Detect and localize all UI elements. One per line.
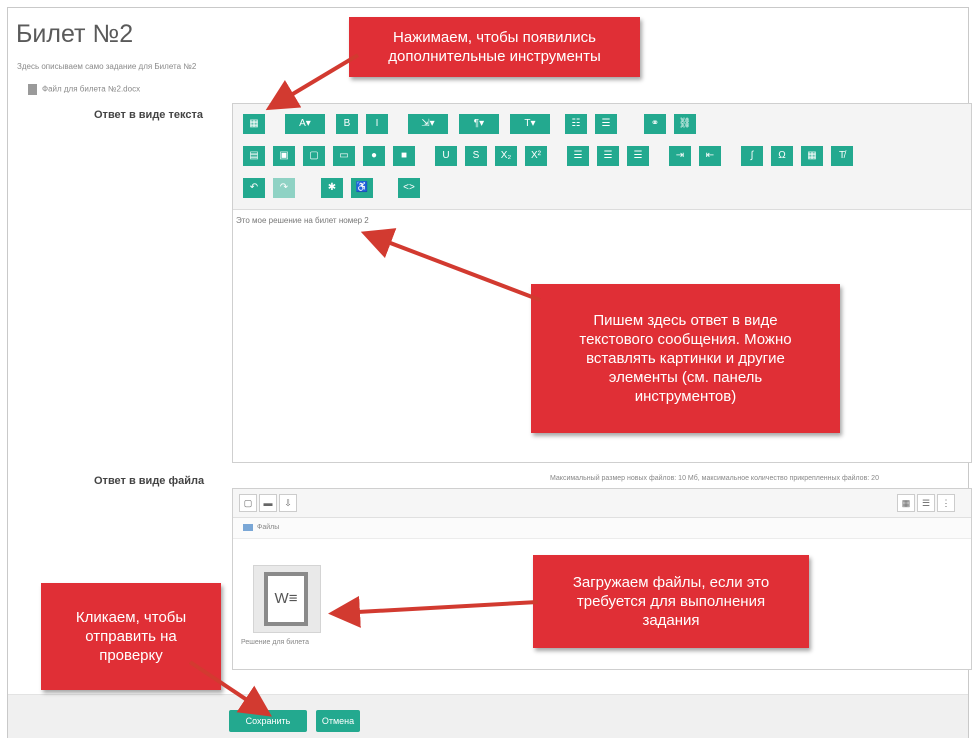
add-file-icon[interactable]: ▢ — [239, 494, 257, 512]
editor-content[interactable]: Это мое решение на билет номер 2 — [236, 216, 369, 225]
size-icon[interactable]: T▾ — [510, 114, 550, 134]
equation-icon[interactable]: ∫ — [741, 146, 763, 166]
style-icon[interactable]: ⇲▾ — [408, 114, 448, 134]
folder-name: Файлы — [257, 524, 280, 531]
font-icon[interactable]: A▾ — [285, 114, 325, 134]
save-button[interactable]: Сохранить — [229, 710, 307, 732]
screenreader-icon[interactable]: ♿ — [351, 178, 373, 198]
align-right-icon[interactable]: ☰ — [627, 146, 649, 166]
special-char-icon[interactable]: Ω — [771, 146, 793, 166]
superscript-icon[interactable]: X² — [525, 146, 547, 166]
editor-toolbar: ▦ A▾ B I ⇲▾ ¶▾ T▾ ☷ ☰ ⚭ ⛓ ▤ ▣ ▢ ▭ ● ■ U … — [233, 104, 971, 210]
file-picker-toolbar: ▢ ▬ ⇩ ▦ ☰ ⋮ — [233, 489, 971, 518]
unlink-icon[interactable]: ⛓ — [674, 114, 696, 134]
word-document-icon[interactable]: W≡ — [253, 565, 321, 633]
callout-submit: Кликаем, чтобы отправить на проверку — [41, 583, 221, 690]
save-icon[interactable]: ▢ — [303, 146, 325, 166]
word-glyph: W≡ — [268, 576, 304, 622]
view-tree-icon[interactable]: ⋮ — [937, 494, 955, 512]
file-icon — [28, 84, 37, 95]
create-folder-icon[interactable]: ▬ — [259, 494, 277, 512]
document-page: W≡ — [264, 572, 308, 626]
underline-icon[interactable]: U — [435, 146, 457, 166]
attachment-link[interactable]: Файл для билета №2.docx — [28, 84, 140, 95]
download-icon[interactable]: ⇩ — [279, 494, 297, 512]
text-answer-label: Ответ в виде текста — [94, 109, 203, 121]
subscript-icon[interactable]: X₂ — [495, 146, 517, 166]
view-icons-icon[interactable]: ▦ — [897, 494, 915, 512]
align-left-icon[interactable]: ☰ — [567, 146, 589, 166]
callout-files: Загружаем файлы, если это требуется для … — [533, 555, 809, 648]
indent-icon[interactable]: ⇥ — [669, 146, 691, 166]
strikethrough-icon[interactable]: S — [465, 146, 487, 166]
redo-icon[interactable]: ↷ — [273, 178, 295, 198]
align-center-icon[interactable]: ☰ — [597, 146, 619, 166]
view-list-icon[interactable]: ☰ — [917, 494, 935, 512]
bold-icon[interactable]: B — [336, 114, 358, 134]
media-icon[interactable]: ▣ — [273, 146, 295, 166]
assignment-description: Здесь описываем само задание для Билета … — [17, 62, 197, 71]
folder-icon — [243, 523, 253, 531]
clear-format-icon[interactable]: T̸ — [831, 146, 853, 166]
file-answer-label: Ответ в виде файла — [94, 475, 205, 487]
file-path-breadcrumb[interactable]: Файлы — [233, 518, 971, 539]
undo-icon[interactable]: ↶ — [243, 178, 265, 198]
file-limits-note: Максимальный размер новых файлов: 10 Мб,… — [550, 475, 879, 482]
list-icon[interactable]: ☷ — [565, 114, 587, 134]
record-audio-icon[interactable]: ● — [363, 146, 385, 166]
list-ordered-icon[interactable]: ☰ — [595, 114, 617, 134]
callout-text: Пишем здесь ответ в виде текстового сооб… — [531, 284, 840, 433]
paste-icon[interactable]: ▭ — [333, 146, 355, 166]
accessibility-icon[interactable]: ✱ — [321, 178, 343, 198]
paragraph-icon[interactable]: ¶▾ — [459, 114, 499, 134]
record-video-icon[interactable]: ■ — [393, 146, 415, 166]
cancel-button[interactable]: Отмена — [316, 710, 360, 732]
italic-icon[interactable]: I — [366, 114, 388, 134]
image-icon[interactable]: ▤ — [243, 146, 265, 166]
uploaded-file-name: Решение для билета — [241, 639, 309, 646]
table-icon[interactable]: ▦ — [801, 146, 823, 166]
outdent-icon[interactable]: ⇤ — [699, 146, 721, 166]
attachment-name: Файл для билета №2.docx — [42, 84, 141, 94]
page-title: Билет №2 — [16, 20, 134, 48]
html-icon[interactable]: <> — [398, 178, 420, 198]
form-footer — [8, 694, 968, 738]
link-icon[interactable]: ⚭ — [644, 114, 666, 134]
toggle-toolbar-icon[interactable]: ▦ — [243, 114, 265, 134]
callout-tools: Нажимаем, чтобы появились дополнительные… — [349, 17, 640, 77]
